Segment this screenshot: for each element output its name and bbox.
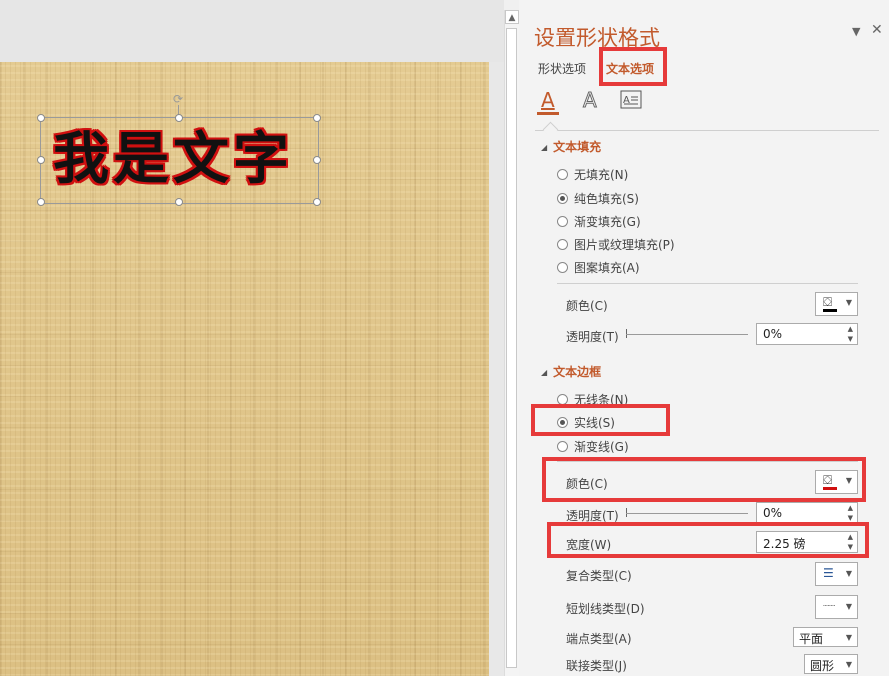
panel-close-icon[interactable]: ✕ <box>871 22 883 38</box>
divider <box>557 283 858 284</box>
tab-pointer <box>542 121 559 138</box>
collapse-triangle-icon[interactable]: ◢ <box>541 143 547 152</box>
resize-handle-bottom[interactable] <box>175 198 183 206</box>
compound-type-label: 复合类型(C) <box>566 569 632 583</box>
highlight-box-width <box>547 522 869 558</box>
dash-type-button[interactable]: ┈┈ ▼ <box>815 595 858 619</box>
resize-handle-left[interactable] <box>37 156 45 164</box>
radio-pattern-fill[interactable]: 图案填充(A) <box>557 258 640 276</box>
border-transparency-spinner[interactable]: 0% ▲ ▼ <box>756 502 858 524</box>
tab-shape-options[interactable]: 形状选项 <box>538 60 586 77</box>
resize-handle-top-right[interactable] <box>313 114 321 122</box>
spinner-value[interactable]: 0% <box>763 327 782 341</box>
canvas-vertical-scrollbar[interactable]: ▲ <box>504 10 519 676</box>
cap-type-label: 端点类型(A) <box>566 632 632 646</box>
fill-transparency-slider[interactable] <box>626 334 748 335</box>
radio-circle[interactable] <box>557 168 568 180</box>
select-value: 圆形 <box>810 659 835 673</box>
highlight-box-text-options <box>599 47 667 86</box>
spin-up-icon[interactable]: ▲ <box>848 504 853 512</box>
scroll-thumb[interactable] <box>506 28 517 668</box>
chevron-down-icon[interactable]: ▼ <box>846 633 852 642</box>
svg-text:A: A <box>541 88 555 112</box>
text-fill-icon-underline <box>537 112 559 115</box>
radio-no-fill[interactable]: 无填充(N) <box>557 165 628 183</box>
radio-circle[interactable] <box>557 215 568 227</box>
select-value: 平面 <box>799 632 824 646</box>
resize-handle-bottom-right[interactable] <box>313 198 321 206</box>
chevron-down-icon[interactable]: ▼ <box>846 602 852 611</box>
collapse-triangle-icon[interactable]: ◢ <box>541 368 547 377</box>
scroll-up-arrow-icon[interactable]: ▲ <box>505 10 519 24</box>
spinner-value[interactable]: 0% <box>763 506 782 520</box>
spin-down-icon[interactable]: ▼ <box>848 335 853 343</box>
radio-circle[interactable] <box>557 440 568 452</box>
textbox-text[interactable]: 我是文字 <box>53 128 293 192</box>
text-effects-icon[interactable]: A <box>576 88 606 116</box>
tab-separator <box>535 130 879 131</box>
compound-type-button[interactable]: ☰ ▼ <box>815 562 858 586</box>
radio-label: 图片或纹理填充(P) <box>574 237 675 252</box>
join-type-select[interactable]: 圆形 ▼ <box>804 654 858 674</box>
radio-label: 渐变线(G) <box>574 439 629 454</box>
resize-handle-top[interactable] <box>175 114 183 122</box>
resize-handle-bottom-left[interactable] <box>37 198 45 206</box>
highlight-box-border-color <box>542 457 866 502</box>
highlight-box-solid-line <box>531 404 670 436</box>
slide-margin <box>489 62 504 676</box>
radio-picture-fill[interactable]: 图片或纹理填充(P) <box>557 235 675 253</box>
chevron-down-icon[interactable]: ▼ <box>846 569 852 578</box>
radio-label: 渐变填充(G) <box>574 214 641 229</box>
section-text-border-label: 文本边框 <box>553 365 602 379</box>
compound-lines-icon: ☰ <box>823 566 834 580</box>
radio-solid-fill[interactable]: 纯色填充(S) <box>557 189 639 207</box>
section-text-border[interactable]: ◢ 文本边框 <box>541 363 601 380</box>
radio-circle-checked[interactable] <box>557 192 568 204</box>
radio-label: 无填充(N) <box>574 167 629 182</box>
dash-type-label: 短划线类型(D) <box>566 602 645 616</box>
fill-color-swatch <box>823 309 837 312</box>
fill-transparency-label: 透明度(T) <box>566 330 619 344</box>
panel-options-dropdown-icon[interactable]: ▼ <box>852 25 860 38</box>
format-shape-panel: 设置形状格式 ▼ ✕ 形状选项 文本选项 A A A ◢ 文本填充 无填充(N) … <box>519 0 889 676</box>
fill-color-label: 颜色(C) <box>566 299 608 313</box>
spin-up-icon[interactable]: ▲ <box>848 325 853 333</box>
dash-lines-icon: ┈┈ <box>823 601 836 612</box>
selected-textbox[interactable]: 我是文字 <box>40 117 319 204</box>
join-type-label: 联接类型(J) <box>566 659 627 673</box>
section-text-fill[interactable]: ◢ 文本填充 <box>541 138 601 155</box>
section-text-fill-label: 文本填充 <box>553 140 602 154</box>
cap-type-select[interactable]: 平面 ▼ <box>793 627 858 647</box>
spin-down-icon[interactable]: ▼ <box>848 514 853 522</box>
radio-gradient-fill[interactable]: 渐变填充(G) <box>557 212 641 230</box>
radio-label: 纯色填充(S) <box>574 191 639 206</box>
fill-color-button[interactable]: ⛋ ▼ <box>815 292 858 316</box>
radio-circle[interactable] <box>557 261 568 273</box>
radio-circle[interactable] <box>557 238 568 250</box>
chevron-down-icon[interactable]: ▼ <box>846 298 852 307</box>
resize-handle-top-left[interactable] <box>37 114 45 122</box>
textbox-icon[interactable]: A <box>616 88 646 116</box>
chevron-down-icon[interactable]: ▼ <box>846 660 852 669</box>
radio-gradient-line[interactable]: 渐变线(G) <box>557 437 629 455</box>
radio-label: 图案填充(A) <box>574 260 640 275</box>
rotate-handle-icon[interactable]: ⟳ <box>172 93 184 105</box>
svg-text:A: A <box>583 88 597 112</box>
fill-transparency-spinner[interactable]: 0% ▲ ▼ <box>756 323 858 345</box>
border-transparency-slider[interactable] <box>626 513 748 514</box>
paint-bucket-icon: ⛋ <box>823 295 833 309</box>
radio-circle[interactable] <box>557 393 568 405</box>
resize-handle-right[interactable] <box>313 156 321 164</box>
